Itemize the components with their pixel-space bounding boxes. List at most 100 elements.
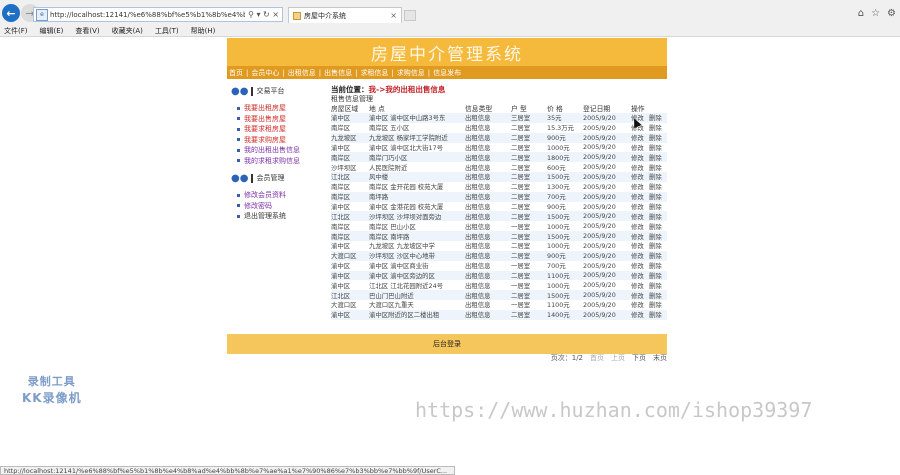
cell-type[interactable]: 出租信息 [465,132,511,143]
delete-link[interactable]: 删除 [649,202,667,212]
nav-sale-info[interactable]: 出售信息 [324,68,352,78]
edit-link[interactable]: 修改 [631,261,649,271]
edit-link[interactable]: 修改 [631,202,649,212]
menu-help[interactable]: 帮助(H) [191,26,216,37]
cell-location[interactable]: 渝中区 金港花园 校苑大厦 [369,202,465,212]
sidebar-item[interactable]: 退出管理系统 [237,211,327,222]
menu-edit[interactable]: 编辑(E) [40,26,64,37]
cell-type[interactable]: 出租信息 [465,241,511,251]
url-text[interactable]: http://localhost:12141/%e6%88%bf%e5%b1%8… [50,11,245,19]
delete-link[interactable]: 删除 [649,211,667,222]
delete-link[interactable]: 删除 [649,152,667,163]
cell-type[interactable]: 出租信息 [465,300,511,310]
delete-link[interactable]: 删除 [649,241,667,251]
cell-location[interactable]: 渝中区 渝中区商业街 [369,261,465,271]
cell-location[interactable]: 巴山门巴山附近 [369,290,465,301]
cell-type[interactable]: 出租信息 [465,309,511,320]
pager-prev[interactable]: 上页 [611,353,625,363]
edit-link[interactable]: 修改 [631,221,649,231]
menu-file[interactable]: 文件(F) [4,26,28,37]
cell-location[interactable]: 南岸区 巴山小区 [369,221,465,231]
cell-type[interactable]: 出租信息 [465,280,511,290]
delete-link[interactable]: 删除 [649,290,667,301]
cell-type[interactable]: 出租信息 [465,250,511,261]
search-refresh-icon[interactable]: ⚲ ▾ ↻ × [245,10,282,19]
cell-type[interactable]: 出租信息 [465,113,511,123]
edit-link[interactable]: 修改 [631,143,649,153]
home-icon[interactable]: ⌂ [858,8,864,19]
sidebar-item[interactable]: 我要求租房屋 [237,124,327,135]
cell-location[interactable]: 江北区 江北花园附近24号 [369,280,465,290]
sidebar-item[interactable]: 我要求购房屋 [237,135,327,146]
new-tab-button[interactable] [404,10,416,21]
cell-type[interactable]: 出租信息 [465,261,511,271]
sidebar-item[interactable]: 我的出租出售信息 [237,145,327,156]
edit-link[interactable]: 修改 [631,162,649,172]
delete-link[interactable]: 删除 [649,221,667,231]
close-tab-icon[interactable]: × [390,11,401,20]
sidebar-link[interactable]: 修改密码 [244,201,272,211]
cell-type[interactable]: 出租信息 [465,191,511,202]
cell-location[interactable]: 沙坪坝区 沙坪坝对面旁边 [369,211,465,222]
admin-login-link[interactable]: 后台登录 [433,339,461,349]
delete-link[interactable]: 删除 [649,123,667,133]
cell-location[interactable]: 人民医院附近 [369,162,465,172]
sidebar-item[interactable]: 我要出租房屋 [237,103,327,114]
sidebar-item[interactable]: 修改会员资料 [237,190,327,201]
sidebar-link[interactable]: 我的出租出售信息 [244,145,300,155]
sidebar-link[interactable]: 我要求租房屋 [244,124,286,134]
address-bar[interactable]: e http://localhost:12141/%e6%88%bf%e5%b1… [33,7,283,22]
cell-location[interactable]: 九龙坡区 九龙坡区中学 [369,241,465,251]
delete-link[interactable]: 删除 [649,113,667,123]
edit-link[interactable]: 修改 [631,152,649,163]
back-arrow-icon[interactable]: ← [2,4,20,22]
delete-link[interactable]: 删除 [649,270,667,281]
edit-link[interactable]: 修改 [631,309,649,320]
cell-location[interactable]: 南岸区 五小区 [369,123,465,133]
edit-link[interactable]: 修改 [631,132,649,143]
cell-type[interactable]: 出租信息 [465,290,511,301]
menu-favorites[interactable]: 收藏夹(A) [112,26,143,37]
cell-location[interactable]: 渝中区附近的区二楼出租 [369,309,465,320]
delete-link[interactable]: 删除 [649,191,667,202]
edit-link[interactable]: 修改 [631,182,649,192]
edit-link[interactable]: 修改 [631,211,649,222]
cell-type[interactable]: 出租信息 [465,143,511,153]
edit-link[interactable]: 修改 [631,270,649,281]
edit-link[interactable]: 修改 [631,241,649,251]
nav-home[interactable]: 首页 [229,68,243,78]
nav-want-buy[interactable]: 求购信息 [397,68,425,78]
delete-link[interactable]: 删除 [649,231,667,241]
cell-type[interactable]: 出租信息 [465,270,511,281]
delete-link[interactable]: 删除 [649,300,667,310]
cell-type[interactable]: 出租信息 [465,162,511,172]
cell-type[interactable]: 出租信息 [465,231,511,241]
edit-link[interactable]: 修改 [631,191,649,202]
edit-link[interactable]: 修改 [631,290,649,301]
sidebar-item[interactable]: 我的求租求购信息 [237,156,327,167]
sidebar-link[interactable]: 我要出售房屋 [244,114,286,124]
sidebar-item[interactable]: 我要出售房屋 [237,114,327,125]
cell-type[interactable]: 出租信息 [465,172,511,182]
edit-link[interactable]: 修改 [631,300,649,310]
delete-link[interactable]: 删除 [649,143,667,153]
pager-first[interactable]: 首页 [590,353,604,363]
nav-member-center[interactable]: 会员中心 [251,68,279,78]
cell-location[interactable]: 南坪路 [369,191,465,202]
sidebar-link[interactable]: 退出管理系统 [244,211,286,221]
cell-type[interactable]: 出租信息 [465,211,511,222]
cell-type[interactable]: 出租信息 [465,182,511,192]
delete-link[interactable]: 删除 [649,172,667,182]
cell-location[interactable]: 南岸门巧小区 [369,152,465,163]
cell-type[interactable]: 出租信息 [465,202,511,212]
sidebar-item[interactable]: 修改密码 [237,201,327,212]
edit-link[interactable]: 修改 [631,250,649,261]
edit-link[interactable]: 修改 [631,280,649,290]
delete-link[interactable]: 删除 [649,162,667,172]
cell-location[interactable]: 大渡口区九重天 [369,300,465,310]
cell-location[interactable]: 渝中区 渝中区旁边的区 [369,270,465,281]
cell-location[interactable]: 南岸区 金开花园 校苑大厦 [369,182,465,192]
delete-link[interactable]: 删除 [649,182,667,192]
sidebar-link[interactable]: 修改会员资料 [244,190,286,200]
sidebar-link[interactable]: 我要出租房屋 [244,103,286,113]
